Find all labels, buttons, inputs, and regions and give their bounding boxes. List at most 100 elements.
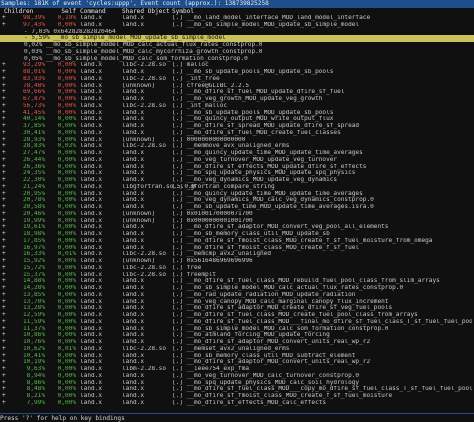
symbol-entry-row[interactable]: +69,66% 0,00% land.x land.x [.] __mo_dfire_s… [0,89,474,96]
symbol-entry-row[interactable]: +8,21% 0,00% land.x land.x [.] __mo_dfire_sf… [0,393,474,400]
symbol-cell: [.] __mo_veg_growth_MOD_update_veg_growt… [172,96,323,102]
children-percent: 12,59% [22,312,45,318]
symbol-entry-row[interactable]: +40,14% 0,00% land.x land.x [.] __mo_quincy_… [0,116,474,123]
symbol-cell: [.] __mo_sb_memory_class_util_MOD_subtra… [172,352,356,359]
symbol-entry-row[interactable]: +20,78% 0,00% land.x land.x [.] __mo_veg_dyn… [0,197,474,204]
symbol-entry-row[interactable]: +17,85% 0,00% land.x land.x [.] __mo_dfire_s… [0,238,474,245]
self-percent: 0,00% [57,177,76,183]
symbol-entry-row[interactable]: +21,24% 0,00% land.x libgfortran.so.5.0.0 [.… [0,184,474,191]
symbol-entry-row[interactable]: +20,95% 0,00% land.x land.x [.] __mo_quincy_… [0,191,474,198]
shared-object-cell: land.x [122,197,145,204]
symbol-entry-row[interactable]: +15,72% 0,00% land.x libc-2.28.so [.] free [0,265,474,272]
self-percent: 0,00% [57,278,76,285]
symbol-entry-row[interactable]: +10,76% 0,00% land.x land.x [.] __mo_dfire_s… [0,339,474,346]
self-percent: 0,00% [57,156,76,163]
self-percent: 0,00% [57,102,76,109]
command-cell: land.x [80,109,103,116]
symbol-cell: [.] __mo_dfire_sf_fuel_MOD_update_dfire_… [172,89,345,96]
children-percent: 13,85% [22,291,45,298]
children-percent: 13,28% [22,305,45,312]
symbol-cell: [.] __mo_sb_simple_model_MOD_calc_som_fo… [172,325,389,332]
symbol-entry-row[interactable]: +14,88% 0,00% land.x land.x [.] __mo_dfire_s… [0,278,474,285]
symbol-entry-row[interactable]: +10,86% 0,00% land.x land.x [.] __mo_atmland… [0,332,474,339]
children-percent: 11,37% [22,325,45,332]
symbol-entry-row[interactable]: +28,93% 0,00% land.x [unknown] [.] 000000000… [0,137,474,144]
symbol-entry-row[interactable]: +88,01% 0,00% land.x land.x [.] __mo_sb_upda… [0,69,474,76]
symbol-entry-row[interactable]: +12,59% 0,00% land.x land.x [.] __mo_dfire_s… [0,312,474,319]
symbol-cell: [.] malloc [172,62,209,69]
self-percent: 0,00% [57,96,76,102]
children-percent: 26,44% [22,156,45,163]
symbol-entry-row[interactable]: +7,99% 0,00% land.x land.x [.] __mo_dfire_sf… [0,400,474,407]
symbol-entry-row[interactable]: +41,45% 0,00% land.x land.x [.] __mo_sb_upda… [0,110,474,117]
symbol-entry-row[interactable]: +14,28% 0,00% land.x land.x [.] __mo_sb_simp… [0,285,474,292]
symbol-entry-row[interactable]: +11,37% 0,00% land.x land.x [.] __mo_sb_simp… [0,326,474,333]
symbol-entry-row[interactable]: +13,70% 0,00% land.x land.x [.] __mo_veg_can… [0,299,474,306]
symbol-entry-row[interactable]: +30,41% 0,00% land.x land.x [.] __mo_dfire_s… [0,130,474,137]
shared-object-cell: land.x [122,285,145,291]
callchain-entry-row[interactable]: 0,02% __mo_sb_simple_model_MOD_calc_actu… [0,42,474,49]
symbol-entry-row[interactable]: +13,28% 0,00% land.x land.x [.] __mo_dfire_s… [0,305,474,312]
symbol-cell: [.] __mo_dfire_sf_spread_MOD_update_dfir… [172,123,360,129]
shared-object-cell: libc-2.28.so [122,62,167,69]
symbol-cell: [.] __memset_avx2_unaligned_erms [172,345,290,352]
symbol-entry-row[interactable]: +56,73% 0,00% land.x libc-2.28.so [.] _int_m… [0,103,474,110]
callchain-entry-row[interactable]: 0,03% __mo_sb_simple_model_MOD_calc_myco… [0,49,474,56]
symbol-entry-row[interactable]: +16,97% 0,00% land.x land.x [.] __mo_dfire_s… [0,245,474,252]
symbol-cell: [.] __mo_spq_update_physics_MOD_update_s… [172,170,356,177]
symbol-entry-row[interactable]: +20,58% 0,00% land.x land.x [.] __mo_sb_upda… [0,204,474,211]
symbol-entry-row[interactable]: +10,62% 0,01% land.x libc-2.28.so [.] __mems… [0,346,474,353]
children-percent: 16,97% [22,244,45,251]
symbol-entry-row[interactable]: +8,86% 0,00% land.x land.x [.] __mo_spq_upda… [0,380,474,387]
children-percent: 8,21% [26,393,45,399]
shared-object-cell: land.x [122,386,145,393]
symbol-entry-row[interactable]: +26,36% 0,00% land.x land.x [.] __mo_dfire_s… [0,164,474,171]
children-percent: 14,88% [22,278,45,285]
symbol-entry-row[interactable]: +26,44% 0,00% land.x land.x [.] __mo_veg_tur… [0,157,474,164]
self-percent: 0,00% [57,332,76,339]
command-cell: land.x [80,204,103,210]
symbol-entry-row[interactable]: +8,94% 0,00% land.x land.x [.] __mo_veg_turn… [0,373,474,380]
symbol-entry-row[interactable]: +8,48% 0,00% land.x land.x [.] __mo_dfire_sf… [0,386,474,393]
self-percent: 0,00% [57,379,76,386]
symbol-entry-row[interactable]: +98,39% 0,19% land.x land.x [.] __mo_land_mo… [0,15,474,22]
symbol-entry-row[interactable]: +15,37% 0,00% land.x libc-2.28.so [.] freemp… [0,272,474,279]
command-cell: land.x [80,271,103,278]
symbol-entry-row[interactable]: +9,63% 0,00% land.x libm-2.28.so [.] __ieee7… [0,366,474,373]
command-cell: land.x [80,224,103,231]
symbol-entry-row[interactable]: +19,99% 0,00% land.x [unknown] [.] 0x0000000… [0,218,474,225]
command-cell: land.x [80,285,103,291]
symbol-entry-row[interactable]: +83,93% 0,00% land.x libc-2.28.so [.] _int_f… [0,76,474,83]
perf-report-list[interactable]: +98,39% 0,19% land.x land.x [.] __mo_land_mo… [0,15,474,413]
symbol-entry-row[interactable]: +28,83% 0,03% land.x libc-2.28.so [.] __memm… [0,143,474,150]
symbol-entry-row[interactable]: +10,19% 0,00% land.x land.x [.] __mo_dfire_s… [0,359,474,366]
symbol-entry-row[interactable]: +10,41% 0,00% land.x land.x [.] __mo_sb_memo… [0,353,474,360]
symbol-entry-row[interactable]: +15,92% 0,00% land.x [unknown] [.] 0x5616486… [0,258,474,265]
command-cell: land.x [80,170,103,177]
children-percent: 24,35% [22,170,45,177]
symbol-entry-row[interactable]: +78,48% 0,00% land.x [unknown] [.] cfree@GLI… [0,83,474,90]
callchain-entry-row[interactable]: - 7,03% 0x642828282820464 [0,29,474,36]
symbol-cell: [.] __mo_dfire_sf_fmoist_class_MOD_creat… [172,393,393,399]
symbol-entry-row[interactable]: +13,85% 0,00% land.x land.x [.] __mo_rad_upd… [0,292,474,299]
symbol-cell: [.] __mo_dfire_sf_fuel_class_MOD_rebuild… [172,278,440,285]
shared-object-cell: land.x [122,109,145,116]
symbol-entry-row[interactable]: +37,85% 0,00% land.x land.x [.] __mo_dfire_s… [0,123,474,130]
symbol-entry-row[interactable]: +20,46% 0,00% land.x [unknown] [.] 0x0100170… [0,211,474,218]
symbol-entry-row[interactable]: +93,29% 0,00% land.x libc-2.28.so [.] malloc [0,62,474,69]
children-percent: 56,73% [22,102,45,109]
symbol-entry-row[interactable]: +67,87% 0,00% land.x land.x [.] __mo_veg_gro… [0,96,474,103]
command-cell: land.x [80,237,103,244]
callchain-entry-row[interactable]: 0,05% __mo_sb_simple_model_MOD_calc_som_… [0,56,474,63]
symbol-entry-row[interactable]: +97,43% 0,00% land.x land.x [.] __mo_sb_simp… [0,22,474,29]
symbol-entry-row[interactable]: +16,33% 0,01% land.x libc-2.28.so [.] __memc… [0,251,474,258]
shared-object-cell: land.x [122,291,145,298]
symbol-entry-row[interactable]: +11,59% 0,00% land.x land.x [.] __mo_dfire_s… [0,319,474,326]
symbol-entry-row[interactable]: +18,98% 0,00% land.x land.x [.] __mo_sb_memo… [0,231,474,238]
symbol-entry-row[interactable]: +19,61% 0,00% land.x land.x [.] __mo_dfire_s… [0,224,474,231]
shared-object-cell: land.x [122,224,145,231]
selected-entry-row[interactable]: - 5,59% __mo_sb_simple_model_MOD_update_… [0,35,474,42]
symbol-entry-row[interactable]: +24,35% 0,00% land.x land.x [.] __mo_spq_upd… [0,170,474,177]
symbol-entry-row[interactable]: +22,30% 0,00% land.x land.x [.] __mo_veg_dyn… [0,177,474,184]
symbol-entry-row[interactable]: +27,47% 0,00% land.x land.x [.] __mo_quincy_… [0,150,474,157]
